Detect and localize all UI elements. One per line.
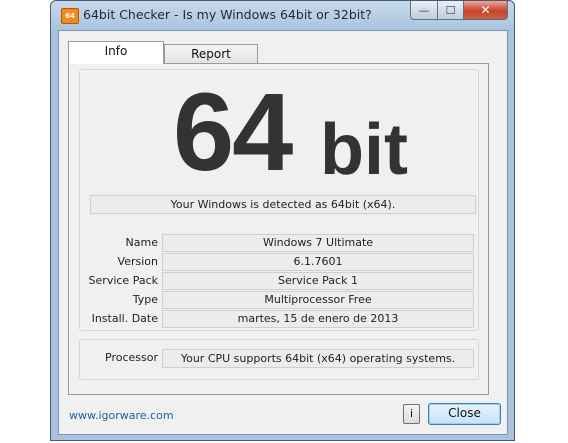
close-window-button[interactable]: ✕ — [463, 1, 508, 20]
bitness-unit: bit — [320, 110, 408, 190]
info-value: Windows 7 Ultimate — [162, 234, 474, 252]
bitness-number: 64 — [173, 71, 293, 194]
info-label: Version — [117, 255, 158, 268]
window-title: 64bit Checker - Is my Windows 64bit or 3… — [83, 7, 372, 22]
detected-status: Your Windows is detected as 64bit (x64). — [90, 195, 476, 214]
app-window: 64 64bit Checker - Is my Windows 64bit o… — [50, 0, 515, 441]
info-value: Service Pack 1 — [162, 272, 474, 290]
about-info-button[interactable]: i — [403, 404, 420, 424]
maximize-button[interactable]: ☐ — [437, 1, 463, 20]
info-tab-panel: 64 bit Your Windows is detected as 64bit… — [68, 63, 489, 395]
close-button[interactable]: Close — [428, 403, 501, 425]
info-row-install-date: Install. Date martes, 15 de enero de 201… — [80, 310, 478, 329]
info-row-service-pack: Service Pack Service Pack 1 — [80, 272, 478, 291]
processor-value: Your CPU supports 64bit (x64) operating … — [162, 349, 474, 368]
info-label: Name — [125, 236, 158, 249]
processor-group: Processor Your CPU supports 64bit (x64) … — [79, 339, 479, 380]
processor-label: Processor — [105, 351, 158, 364]
info-value: martes, 15 de enero de 2013 — [162, 310, 474, 328]
info-value: Multiprocessor Free — [162, 291, 474, 309]
result-group: 64 bit Your Windows is detected as 64bit… — [79, 69, 479, 331]
client-area: Info Report 64 bit Your Windows is detec… — [58, 30, 508, 435]
tab-report[interactable]: Report — [164, 44, 258, 64]
title-bar[interactable]: 64 64bit Checker - Is my Windows 64bit o… — [51, 1, 514, 29]
info-row-type: Type Multiprocessor Free — [80, 291, 478, 310]
info-label: Type — [132, 293, 158, 306]
info-label: Service Pack — [88, 274, 158, 287]
info-row-name: Name Windows 7 Ultimate — [80, 234, 478, 253]
app-icon[interactable]: 64 — [61, 8, 79, 24]
info-label: Install. Date — [91, 312, 158, 325]
info-value: 6.1.7601 — [162, 253, 474, 271]
minimize-button[interactable]: — — [410, 1, 437, 20]
tab-info[interactable]: Info — [68, 41, 164, 64]
info-row-version: Version 6.1.7601 — [80, 253, 478, 272]
window-controls: — ☐ ✕ — [410, 1, 508, 21]
website-link[interactable]: www.igorware.com — [69, 409, 174, 422]
